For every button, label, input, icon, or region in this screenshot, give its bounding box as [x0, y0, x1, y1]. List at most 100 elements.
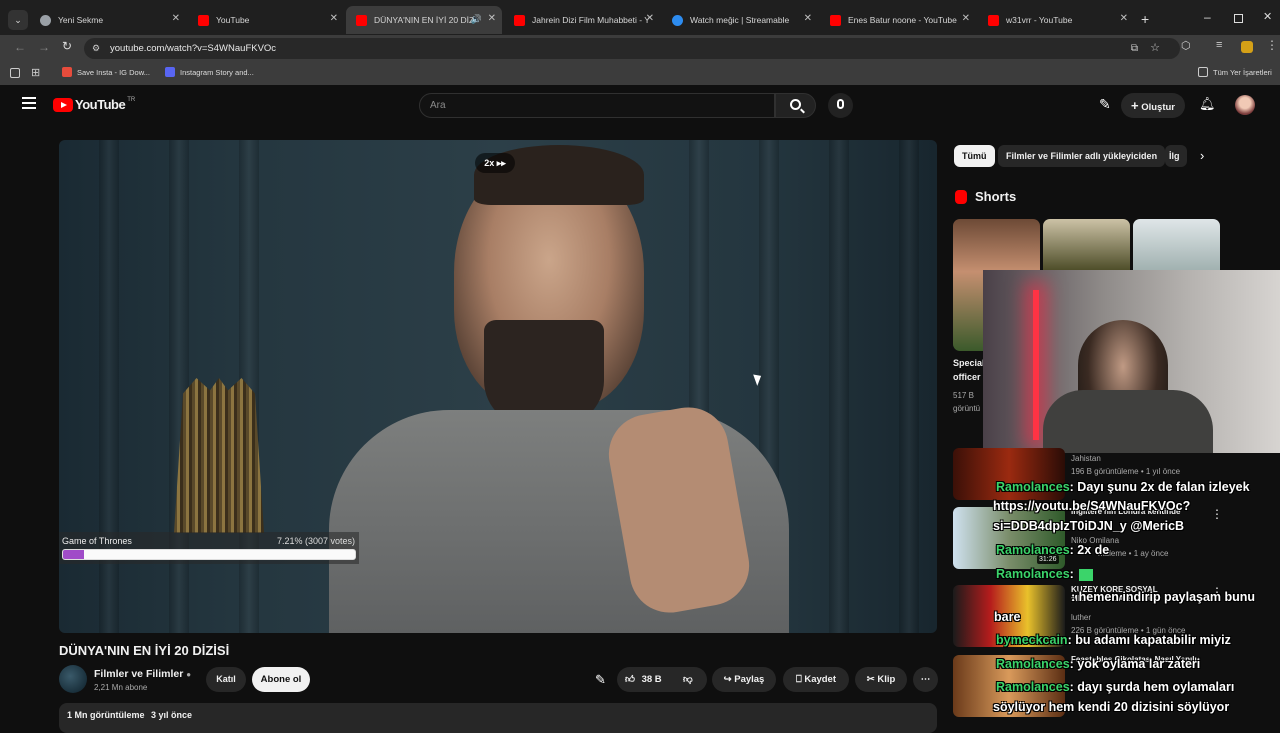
bookmark-instagram-story[interactable]: Instagram Story and... [165, 67, 254, 77]
bookmark-label: Save Insta - IG Dow... [77, 67, 150, 77]
grid-icon[interactable]: ⊞ [31, 66, 40, 79]
channel-avatar[interactable] [59, 665, 87, 693]
close-icon[interactable]: ✕ [1120, 13, 1128, 24]
channel-name[interactable]: Filmler ve Filimler ● [94, 668, 191, 680]
site-info-icon[interactable]: ⚙ [92, 38, 100, 59]
restore-button[interactable] [1234, 14, 1243, 23]
tab-new-tab[interactable]: Yeni Sekme ✕ [30, 8, 186, 32]
sidebar-video-2[interactable]: 31:26 İngiltere'nin Londra kentinde Niko… [953, 507, 1273, 569]
join-button[interactable]: Katıl [206, 667, 246, 692]
shorts-heading: Shorts [955, 189, 1016, 204]
extensions-icon[interactable]: ⬡ [1181, 39, 1191, 52]
tab-title: DÜNYA'NIN EN İYİ 20 DİZİSİ [374, 15, 474, 25]
close-icon[interactable]: ✕ [962, 13, 970, 24]
speed-value: 2x [484, 158, 495, 168]
notifications-bell-icon[interactable]: 🔔︎ [1199, 96, 1216, 112]
like-button[interactable]: 👍︎ 38 B [625, 667, 662, 692]
hamburger-menu-icon[interactable] [22, 97, 36, 109]
chat-line: Ramolances: Dayı şunu 2x de falan izleye… [996, 480, 1250, 494]
description-box[interactable]: 1 Mn görüntüleme 3 yıl önce [59, 703, 937, 733]
speaker-icon[interactable]: 🔊 [471, 14, 482, 25]
create-button[interactable]: + Oluştur [1121, 93, 1185, 118]
media-controls-icon[interactable]: ≡ [1216, 39, 1222, 51]
tab-youtube[interactable]: YouTube ✕ [188, 8, 344, 32]
tab-active-video[interactable]: DÜNYA'NIN EN İYİ 20 DİZİSİ 🔊 ✕ [346, 6, 502, 34]
plus-icon: + [1130, 98, 1139, 113]
close-icon[interactable]: ✕ [646, 13, 654, 24]
new-tab-button[interactable]: + [1141, 11, 1149, 27]
youtube-masthead: YouTube TR Ara ✎ + Oluştur 🔔︎ [0, 85, 1280, 125]
back-icon[interactable]: ← [14, 40, 26, 54]
clip-button[interactable]: ✂ Klip [855, 667, 907, 692]
upload-age: 3 yıl önce [151, 710, 193, 720]
subscribe-button[interactable]: Abone ol [252, 667, 310, 692]
subscriber-count: 2,21 Mn abone [94, 683, 148, 692]
search-button[interactable] [775, 93, 816, 118]
profile-extension-icon[interactable] [1241, 41, 1253, 53]
avatar[interactable] [1235, 95, 1255, 115]
voice-search-button[interactable] [828, 93, 853, 118]
chip-all[interactable]: Tümü [954, 145, 995, 167]
tab-title: w31vrr - YouTube [1006, 15, 1073, 25]
chat-line: si=DDB4dpIzT0iDJN_y @MericB [993, 519, 1185, 533]
tab-search-button[interactable]: ⌄ [8, 10, 28, 30]
emote-icon [1079, 568, 1094, 581]
short-title[interactable]: Special officer [953, 356, 987, 384]
more-actions-button[interactable]: ⋯ [913, 667, 938, 692]
youtube-icon [830, 14, 841, 26]
dislike-button[interactable]: 👎︎ [683, 667, 693, 692]
search-input[interactable]: Ara [419, 93, 775, 118]
clip-label: Klip [877, 674, 896, 685]
create-icon-left[interactable]: ✎ [1099, 96, 1111, 113]
tab-enes-batur[interactable]: Enes Batur noone - YouTube ✕ [820, 8, 976, 32]
folder-icon [1198, 67, 1208, 77]
youtube-icon [514, 14, 525, 26]
close-icon[interactable]: ✕ [172, 13, 180, 24]
chip-related[interactable]: İlg [1165, 145, 1187, 167]
window-close-button[interactable]: ✕ [1263, 10, 1272, 23]
youtube-logo[interactable]: YouTube TR [53, 97, 135, 112]
reload-icon[interactable]: ↻ [62, 39, 72, 53]
short-views: 517 B görüntü [953, 391, 981, 413]
video-channel: Jahistan [1071, 454, 1101, 463]
chat-line: Ramolances: dayı şurda hem oylamaları [996, 680, 1235, 694]
bookmark-save-insta[interactable]: Save Insta - IG Dow... [62, 67, 150, 77]
url-text: youtube.com/watch?v=S4WNauFKVOc [110, 43, 277, 54]
close-icon[interactable]: ✕ [488, 13, 496, 24]
chat-line: söylüyor hem kendi 20 dizisini söylüyor [993, 700, 1230, 714]
save-button[interactable]: ⎕ Kaydet [783, 667, 849, 692]
tab-title: Yeni Sekme [58, 15, 104, 25]
video-player[interactable]: Game of Thrones 7.21% (3007 votes) [59, 140, 937, 633]
share-label: Paylaş [734, 674, 765, 685]
poll-card: Game of Thrones 7.21% (3007 votes) [59, 532, 359, 564]
address-bar[interactable]: ⚙ youtube.com/watch?v=S4WNauFKVOc ⧉ ☆ [84, 38, 1180, 59]
install-icon[interactable]: ⧉ [1131, 38, 1138, 59]
tab-jahrein[interactable]: Jahrein Dizi Film Muhabbeti - Y ✕ [504, 8, 660, 32]
bookmark-star-icon[interactable]: ☆ [1150, 38, 1160, 59]
fast-forward-icon: ▸▸ [496, 158, 506, 168]
verified-icon: ● [186, 670, 192, 679]
minimize-button[interactable]: – [1204, 10, 1211, 24]
close-icon[interactable]: ✕ [804, 13, 812, 24]
create-label: Oluştur [1141, 102, 1175, 113]
chevron-right-icon[interactable]: › [1200, 148, 1204, 163]
close-icon[interactable]: ✕ [330, 13, 338, 24]
tab-w31vrr[interactable]: w31vrr - YouTube ✕ [978, 8, 1134, 32]
view-count: 1 Mn görüntüleme [67, 710, 145, 720]
forward-icon[interactable]: → [38, 40, 50, 54]
search-icon [790, 99, 801, 110]
browser-toolbar: ← → ↻ ⚙ youtube.com/watch?v=S4WNauFKVOc … [0, 35, 1280, 61]
share-icon: ↪ [723, 674, 732, 685]
tab-title: YouTube [216, 15, 250, 25]
apps-icon[interactable] [10, 68, 20, 78]
streamable-icon [672, 14, 683, 26]
share-button[interactable]: ↪ Paylaş [712, 667, 776, 692]
like-count: 38 B [641, 674, 662, 685]
all-bookmarks-label: Tüm Yer İşaretleri [1213, 67, 1272, 77]
menu-icon[interactable]: ⋮ [1266, 38, 1278, 52]
more-options-icon[interactable]: ⋮ [1211, 507, 1223, 521]
chip-uploader[interactable]: Filmler ve Filimler adlı yükleyiciden [998, 145, 1166, 167]
remix-icon[interactable]: ✎ [595, 672, 606, 688]
tab-streamable[interactable]: Watch meğic | Streamable ✕ [662, 8, 818, 32]
all-bookmarks-folder[interactable]: Tüm Yer İşaretleri [1198, 67, 1272, 77]
